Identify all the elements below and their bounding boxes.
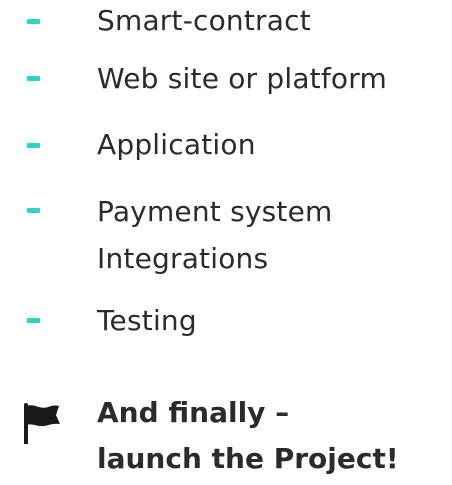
list-item-label-line2: Integrations xyxy=(97,242,269,275)
list-item-label: Smart-contract xyxy=(97,4,311,37)
list-item-label: Testing xyxy=(97,304,197,337)
list-item-label-line1: Payment system xyxy=(97,195,333,228)
list-item-label: Payment system Integrations xyxy=(97,188,333,282)
list-item-label: Web site or platform xyxy=(97,62,387,95)
final-text-line1: And finally – xyxy=(97,396,290,429)
list-item-label: Application xyxy=(97,128,256,161)
dash-bullet-icon xyxy=(27,318,40,323)
dash-bullet-icon xyxy=(27,143,40,148)
dash-bullet-icon xyxy=(27,208,40,213)
flag-icon xyxy=(24,403,60,444)
final-text-line2: launch the Project! xyxy=(97,442,399,475)
final-step: And finally – launch the Project! xyxy=(0,392,452,482)
dash-bullet-icon xyxy=(27,76,40,81)
dash-bullet-icon xyxy=(27,19,40,24)
final-text: And finally – launch the Project! xyxy=(97,390,399,482)
